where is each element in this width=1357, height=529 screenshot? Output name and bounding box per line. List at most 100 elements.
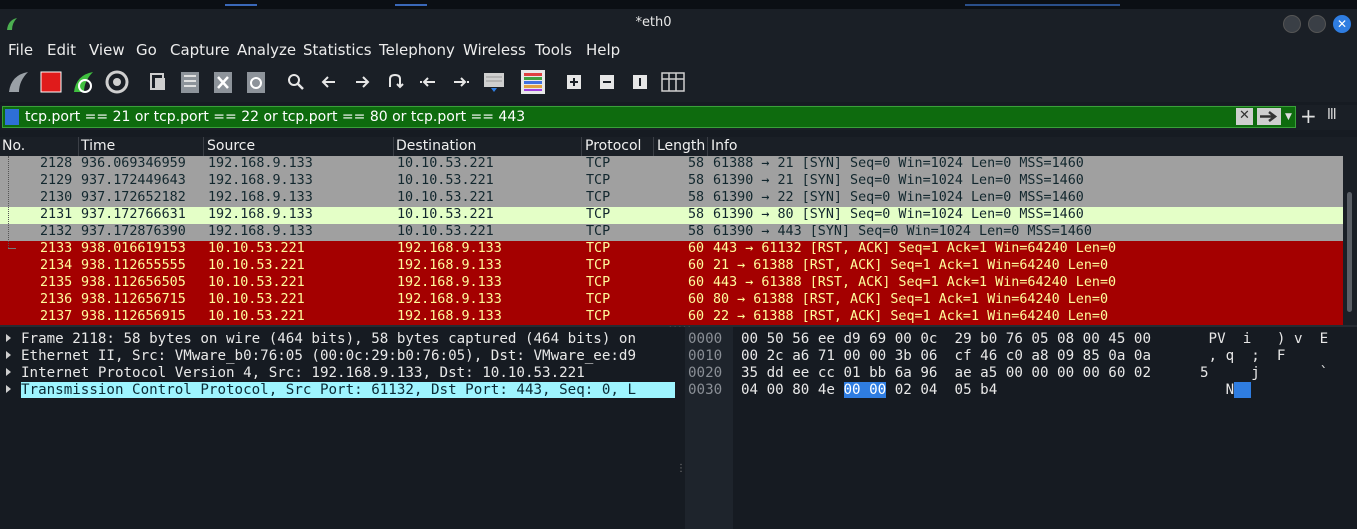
expand-arrow-icon[interactable] bbox=[6, 385, 11, 393]
column-separator[interactable] bbox=[393, 137, 394, 156]
col-header-destination[interactable]: Destination bbox=[396, 138, 476, 156]
packet-length: 58 bbox=[688, 190, 705, 205]
normal-size-icon[interactable] bbox=[627, 69, 653, 95]
first-packet-icon[interactable] bbox=[415, 69, 441, 95]
add-filter-button[interactable]: + bbox=[1300, 105, 1317, 127]
packet-time: 937.172652182 bbox=[81, 190, 186, 205]
packet-time: 936.069346959 bbox=[81, 156, 186, 171]
hex-row[interactable]: 00 50 56 ee d9 69 00 0c 29 b0 76 05 08 0… bbox=[741, 331, 1151, 348]
detail-row-ethernet[interactable]: Ethernet II, Src: VMware_b0:76:05 (00:0c… bbox=[0, 348, 675, 365]
menu-edit[interactable]: Edit bbox=[47, 41, 76, 59]
packet-info: 443 → 61132 [RST, ACK] Seq=1 Ack=1 Win=6… bbox=[713, 241, 1117, 256]
clear-filter-icon[interactable]: ✕ bbox=[1236, 108, 1253, 125]
col-header-source[interactable]: Source bbox=[207, 138, 255, 156]
menu-analyze[interactable]: Analyze bbox=[237, 41, 296, 59]
go-back-icon[interactable] bbox=[316, 69, 342, 95]
minimize-button[interactable] bbox=[1283, 15, 1301, 33]
detail-row-ip[interactable]: Internet Protocol Version 4, Src: 192.16… bbox=[0, 365, 675, 382]
zoom-in-icon[interactable] bbox=[561, 69, 587, 95]
menu-statistics[interactable]: Statistics bbox=[303, 41, 372, 59]
packet-time: 938.112655555 bbox=[81, 258, 186, 273]
menu-file[interactable]: File bbox=[8, 41, 33, 59]
packet-row[interactable]: 2134 938.112655555 10.10.53.221 192.168.… bbox=[0, 258, 1343, 275]
expand-arrow-icon[interactable] bbox=[6, 368, 11, 376]
menu-help[interactable]: Help bbox=[586, 41, 620, 59]
expand-arrow-icon[interactable] bbox=[6, 334, 11, 342]
col-header-time[interactable]: Time bbox=[81, 138, 115, 156]
col-header-no[interactable]: No. bbox=[2, 138, 25, 156]
byte-offset: 0010 bbox=[688, 348, 723, 364]
packet-row[interactable]: 2132 937.172876390 192.168.9.133 10.10.5… bbox=[0, 224, 1343, 241]
zoom-out-icon[interactable] bbox=[594, 69, 620, 95]
packet-row[interactable]: 2135 938.112656505 10.10.53.221 192.168.… bbox=[0, 275, 1343, 292]
hex-row[interactable]: 35 dd ee cc 01 bb 6a 96 ae a5 00 00 00 0… bbox=[741, 365, 1151, 382]
conversation-bracket-end bbox=[8, 248, 16, 249]
apply-filter-icon[interactable] bbox=[1257, 108, 1281, 125]
start-capture-icon[interactable] bbox=[6, 69, 32, 95]
menu-telephony[interactable]: Telephony bbox=[379, 41, 455, 59]
packet-no: 2136 bbox=[40, 292, 73, 307]
maximize-button[interactable] bbox=[1308, 15, 1326, 33]
find-packet-icon[interactable] bbox=[283, 69, 309, 95]
detail-text: Transmission Control Protocol, Src Port:… bbox=[21, 382, 675, 398]
scrollbar-thumb[interactable] bbox=[1347, 192, 1352, 312]
column-separator[interactable] bbox=[203, 137, 204, 156]
hex-row[interactable]: 04 00 80 4e 00 00 02 04 05 b4 bbox=[741, 382, 997, 399]
packet-protocol: TCP bbox=[586, 241, 611, 256]
column-separator[interactable] bbox=[707, 137, 708, 156]
ascii-row[interactable]: PV i ) v E bbox=[1200, 331, 1329, 348]
packet-row[interactable]: 2133 938.016619153 10.10.53.221 192.168.… bbox=[0, 241, 1343, 258]
menu-wireless[interactable]: Wireless bbox=[463, 41, 526, 59]
column-separator[interactable] bbox=[581, 137, 582, 156]
ascii-row[interactable]: 5 j ` bbox=[1200, 365, 1328, 382]
save-file-icon[interactable] bbox=[177, 69, 203, 95]
packet-row[interactable]: 2129 937.172449643 192.168.9.133 10.10.5… bbox=[0, 173, 1343, 190]
filter-buttons-icon[interactable]: lll bbox=[1327, 107, 1337, 123]
packet-row[interactable]: 2130 937.172652182 192.168.9.133 10.10.5… bbox=[0, 190, 1343, 207]
display-filter-input[interactable]: tcp.port == 21 or tcp.port == 22 or tcp.… bbox=[2, 106, 1296, 128]
menu-go[interactable]: Go bbox=[136, 41, 157, 59]
packet-time: 938.112656915 bbox=[81, 309, 186, 324]
stop-capture-icon[interactable] bbox=[38, 69, 64, 95]
resize-columns-icon[interactable] bbox=[660, 69, 686, 95]
reload-file-icon[interactable] bbox=[243, 69, 269, 95]
hex-row[interactable]: 00 2c a6 71 00 00 3b 06 cf 46 c0 a8 09 8… bbox=[741, 348, 1151, 365]
column-separator[interactable] bbox=[653, 137, 654, 156]
menu-capture[interactable]: Capture bbox=[170, 41, 230, 59]
go-forward-icon[interactable] bbox=[349, 69, 375, 95]
restart-capture-icon[interactable] bbox=[71, 69, 97, 95]
packet-row[interactable]: 2131 937.172766631 192.168.9.133 10.10.5… bbox=[0, 207, 1343, 224]
display-filter-text[interactable]: tcp.port == 21 or tcp.port == 22 or tcp.… bbox=[25, 109, 525, 125]
open-file-icon[interactable] bbox=[146, 69, 172, 95]
detail-row-tcp[interactable]: Transmission Control Protocol, Src Port:… bbox=[0, 382, 675, 399]
detail-text: Frame 2118: 58 bytes on wire (464 bits),… bbox=[21, 331, 636, 347]
last-packet-icon[interactable] bbox=[448, 69, 474, 95]
packet-row[interactable]: 2128 936.069346959 192.168.9.133 10.10.5… bbox=[0, 156, 1343, 173]
packet-no: 2135 bbox=[40, 275, 73, 290]
packet-length: 60 bbox=[688, 275, 705, 290]
ascii-row[interactable]: , q ; F bbox=[1200, 348, 1286, 365]
expand-arrow-icon[interactable] bbox=[6, 351, 11, 359]
packet-source: 192.168.9.133 bbox=[208, 190, 313, 205]
packet-source: 192.168.9.133 bbox=[208, 224, 313, 239]
col-header-protocol[interactable]: Protocol bbox=[585, 138, 641, 156]
packet-row[interactable]: 2136 938.112656715 10.10.53.221 192.168.… bbox=[0, 292, 1343, 309]
menu-bar: File Edit View Go Capture Analyze Statis… bbox=[0, 38, 1357, 62]
close-file-icon[interactable] bbox=[210, 69, 236, 95]
close-button[interactable]: ✕ bbox=[1333, 15, 1351, 33]
capture-options-icon[interactable] bbox=[104, 69, 130, 95]
detail-row-frame[interactable]: Frame 2118: 58 bytes on wire (464 bits),… bbox=[0, 331, 675, 348]
col-header-length[interactable]: Length bbox=[657, 138, 705, 156]
packet-list-scrollbar[interactable] bbox=[1343, 156, 1357, 326]
filter-history-dropdown[interactable]: ▼ bbox=[1285, 107, 1295, 127]
ascii-row[interactable]: N bbox=[1200, 382, 1252, 399]
menu-tools[interactable]: Tools bbox=[535, 41, 572, 59]
vertical-pane-splitter[interactable]: ⋮ bbox=[675, 327, 686, 529]
go-to-packet-icon[interactable] bbox=[382, 69, 408, 95]
auto-scroll-icon[interactable] bbox=[481, 69, 507, 95]
colorize-icon[interactable] bbox=[520, 69, 546, 95]
bookmark-icon[interactable] bbox=[5, 109, 19, 125]
col-header-info[interactable]: Info bbox=[711, 138, 738, 156]
column-separator[interactable] bbox=[78, 137, 79, 156]
menu-view[interactable]: View bbox=[89, 41, 125, 59]
